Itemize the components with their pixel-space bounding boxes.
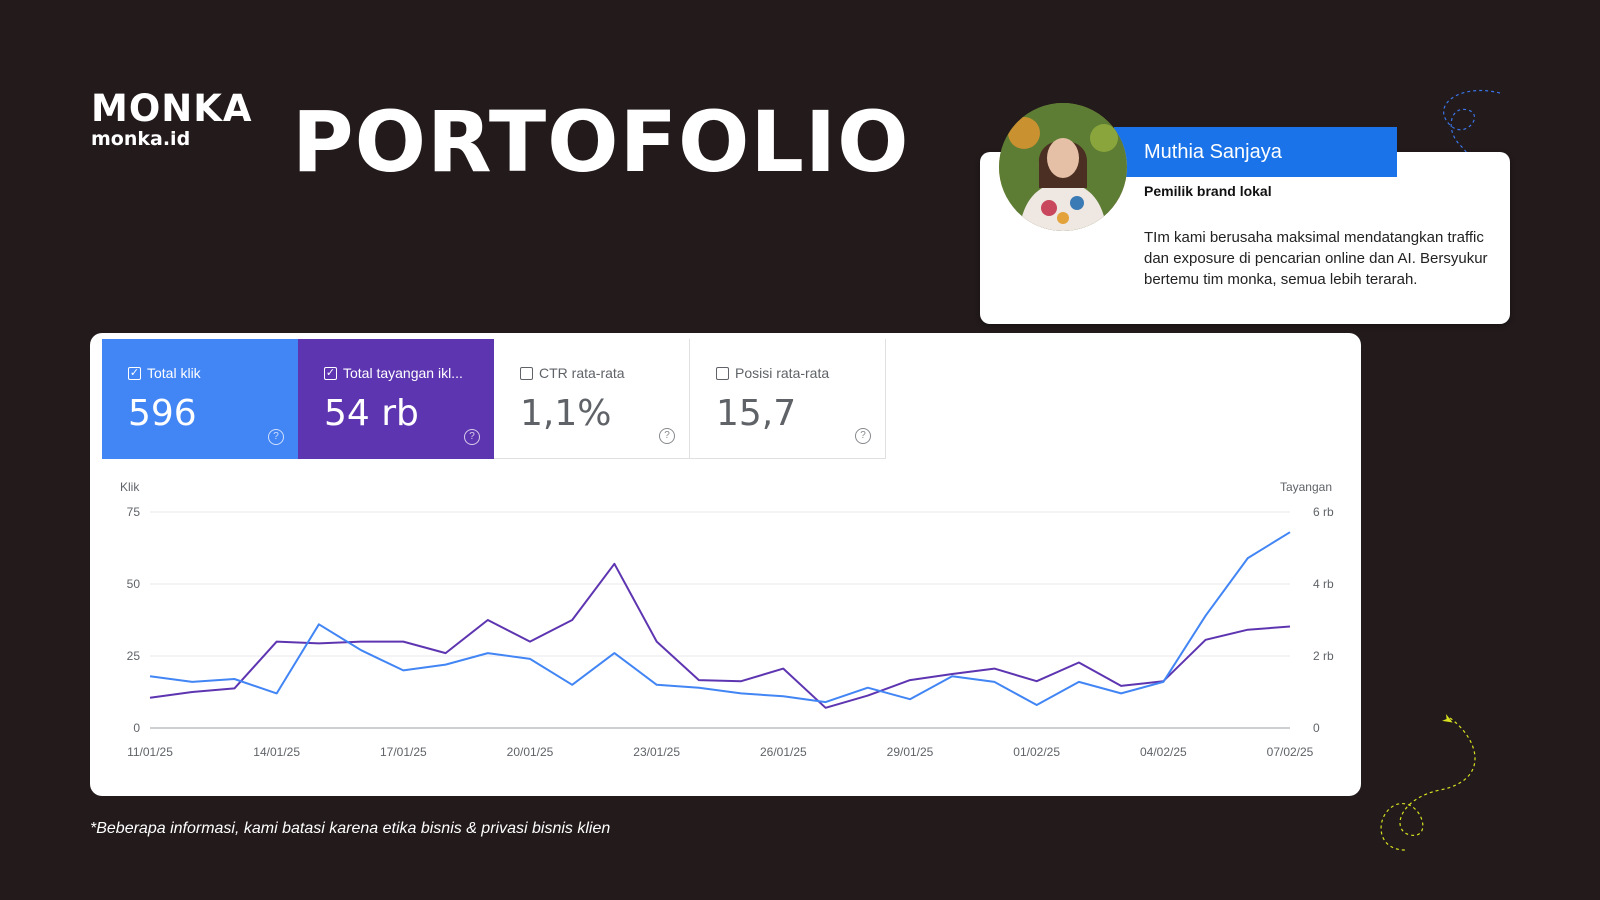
brand-wordmark: MONKA [91, 87, 253, 130]
left-tick-label: 50 [127, 577, 141, 591]
x-tick-label: 01/02/25 [1013, 745, 1060, 759]
x-tick-label: 23/01/25 [633, 745, 680, 759]
right-axis-title: Tayangan [1280, 480, 1332, 494]
footnote: *Beberapa informasi, kami batasi karena … [90, 820, 611, 837]
metric-value: 596 [128, 393, 197, 434]
right-tick-label: 0 [1313, 721, 1320, 735]
x-tick-label: 20/01/25 [507, 745, 554, 759]
checkbox-checked-icon[interactable]: ✓ [324, 366, 337, 380]
checkbox-checked-icon[interactable]: ✓ [128, 366, 141, 380]
metric-label: Total tayangan ikl... [343, 365, 463, 381]
brand-domain: monka.id [91, 128, 191, 150]
metric-tile-avg-ctr[interactable]: CTR rata-rata 1,1% ? [494, 339, 690, 459]
impressions-series-line [149, 562, 1291, 709]
performance-line-chart: Klik Tayangan 0 25 50 75 0 2 rb 4 rb 6 rb 11/01/25… [120, 480, 1334, 759]
clicks-series-line [149, 531, 1291, 706]
testimonial-avatar [999, 103, 1127, 231]
right-tick-label: 4 rb [1313, 577, 1334, 591]
metric-tile-total-impressions[interactable]: ✓ Total tayangan ikl... 54 rb ? [298, 339, 494, 459]
left-tick-label: 75 [127, 505, 141, 519]
help-icon[interactable]: ? [659, 428, 675, 444]
metric-tile-total-clicks[interactable]: ✓ Total klik 596 ? [102, 339, 298, 459]
x-tick-label: 11/01/25 [127, 745, 173, 759]
help-icon[interactable]: ? [268, 429, 284, 445]
page-title: PORTOFOLIO [292, 93, 910, 191]
left-tick-label: 25 [127, 649, 141, 663]
x-tick-label: 26/01/25 [760, 745, 807, 759]
checkbox-unchecked-icon[interactable] [520, 366, 533, 380]
right-tick-label: 6 rb [1313, 505, 1334, 519]
metric-label: Total klik [147, 365, 201, 381]
brand-logo: MONKA monka.id [91, 87, 253, 151]
metric-tile-avg-position[interactable]: Posisi rata-rata 15,7 ? [690, 339, 886, 459]
x-tick-label: 29/01/25 [887, 745, 934, 759]
x-tick-label: 14/01/25 [253, 745, 300, 759]
testimonial-quote: TIm kami berusaha maksimal mendatangkan … [1144, 229, 1488, 288]
right-tick-label: 2 rb [1313, 649, 1334, 663]
testimonial-name: Muthia Sanjaya [1114, 127, 1397, 177]
x-tick-label: 17/01/25 [380, 745, 427, 759]
help-icon[interactable]: ? [855, 428, 871, 444]
left-axis-title: Klik [120, 480, 140, 494]
plane-icon [1442, 714, 1453, 723]
metric-value: 54 rb [324, 393, 419, 434]
testimonial-role: Pemilik brand lokal [1144, 183, 1272, 199]
checkbox-unchecked-icon[interactable] [716, 366, 729, 380]
metric-label: CTR rata-rata [539, 365, 625, 381]
x-tick-label: 07/02/25 [1267, 745, 1314, 759]
x-tick-label: 04/02/25 [1140, 745, 1187, 759]
plane-path-bottom-decoration [1380, 714, 1476, 851]
metric-label: Posisi rata-rata [735, 365, 830, 381]
help-icon[interactable]: ? [464, 429, 480, 445]
left-tick-label: 0 [133, 721, 140, 735]
